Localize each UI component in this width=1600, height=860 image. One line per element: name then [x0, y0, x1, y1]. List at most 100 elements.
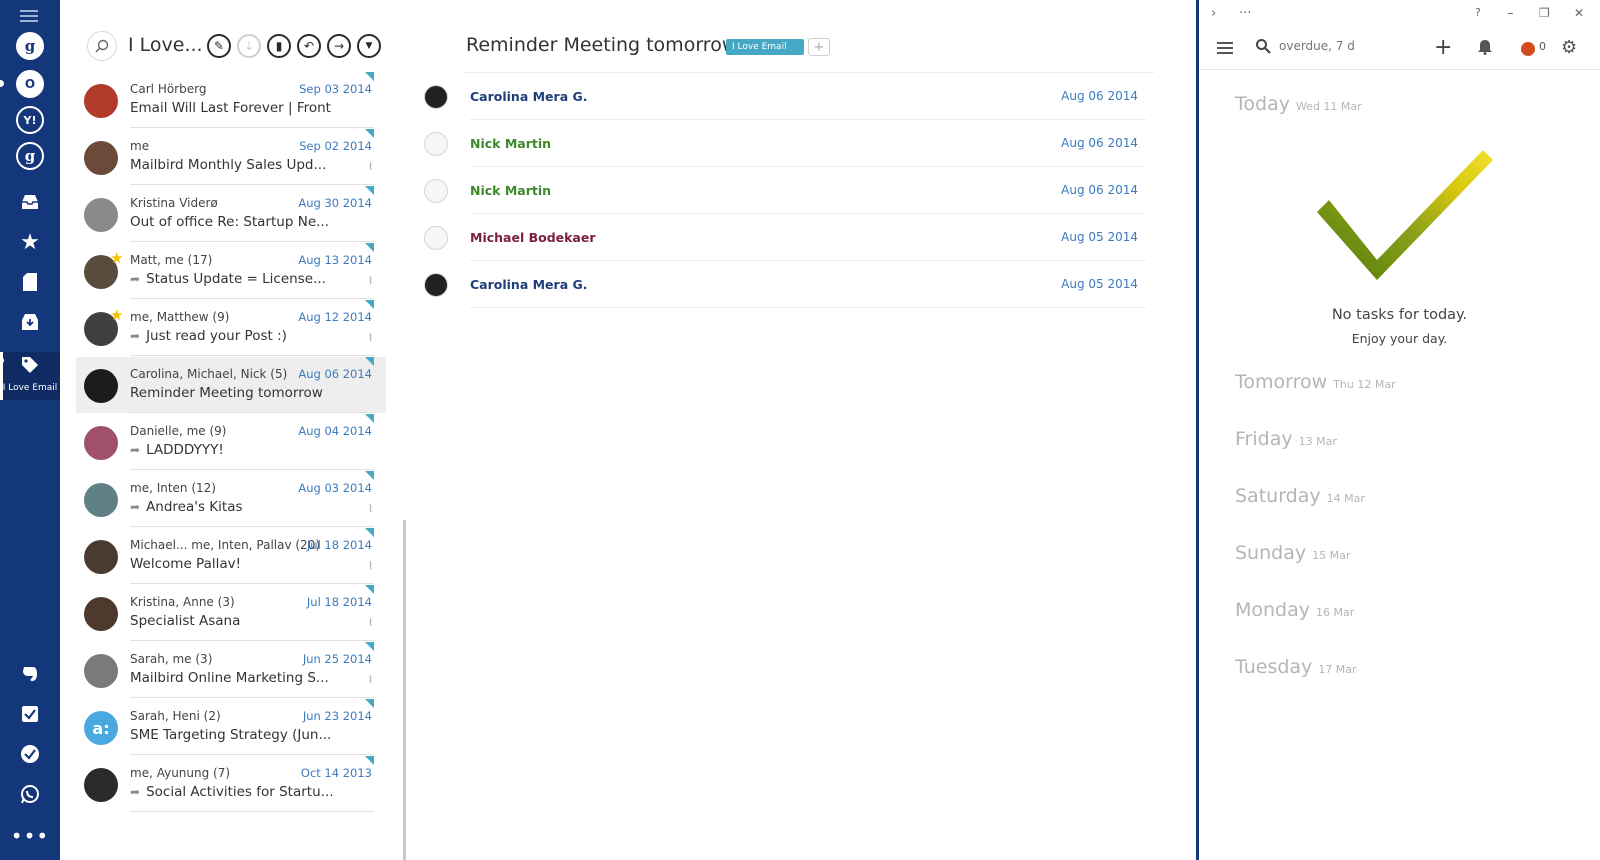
avatar: [424, 273, 448, 297]
thread-date: Aug 06 2014: [298, 367, 372, 381]
thread-subject-text: Out of office Re: Startup Ne...: [130, 214, 329, 230]
settings-button[interactable]: ⚙: [1561, 37, 1577, 58]
drafts-button[interactable]: [0, 262, 60, 302]
download-button[interactable]: ↓: [237, 34, 261, 58]
task-search-input[interactable]: [1279, 39, 1369, 53]
thread-row[interactable]: Carolina, Michael, Nick (5) Aug 06 2014 Re…: [76, 357, 386, 413]
archive-button[interactable]: [0, 302, 60, 342]
thread-toolbar: ✎ ↓ ▮ ↶ → ▼: [207, 34, 387, 58]
thread-row[interactable]: me, Inten (12) Aug 03 2014 ➦ Andrea's Kitas…: [76, 471, 386, 527]
day-name: Saturday: [1235, 485, 1321, 507]
evernote-app-button[interactable]: [0, 654, 60, 694]
google-icon: g: [16, 32, 44, 60]
divider: [130, 127, 374, 128]
thread-participants: Carl Hörberg: [130, 82, 207, 96]
search-button[interactable]: [87, 31, 117, 61]
divider: [130, 526, 374, 527]
more-options-button[interactable]: ···: [1239, 6, 1251, 21]
expand-button[interactable]: ›: [1211, 6, 1216, 21]
day-tuesday[interactable]: Tuesday 17 Mar: [1235, 656, 1357, 678]
minimize-button[interactable]: –: [1507, 6, 1514, 21]
thread-row[interactable]: ★ Matt, me (17) Aug 13 2014 ➦ Status Update …: [76, 243, 386, 299]
menu-icon[interactable]: [20, 10, 38, 25]
divider: [130, 469, 374, 470]
notifications-button[interactable]: [1477, 38, 1493, 59]
avatar: a:: [84, 711, 118, 745]
attachment-icon: ⌇: [368, 504, 373, 515]
thread-date: Sep 02 2014: [299, 139, 372, 153]
more-actions-button[interactable]: ▼: [357, 34, 381, 58]
day-date: 13 Mar: [1298, 435, 1337, 448]
empty-state-subtitle: Enjoy your day.: [1351, 331, 1448, 346]
thread-subject: Email Will Last Forever | Front: [130, 100, 331, 116]
day-monday[interactable]: Monday 16 Mar: [1235, 599, 1354, 621]
message-row[interactable]: Carolina Mera G. Aug 05 2014: [424, 261, 1146, 308]
tasks-menu-icon[interactable]: [1217, 42, 1233, 57]
reply-icon: ➦: [130, 785, 141, 799]
thread-row[interactable]: ★ me, Matthew (9) Aug 12 2014 ➦ Just read yo…: [76, 300, 386, 356]
inbox-button[interactable]: [0, 182, 60, 222]
thread-row[interactable]: Kristina Viderø Aug 30 2014 Out of office …: [76, 186, 386, 242]
forward-button[interactable]: →: [327, 34, 351, 58]
star-icon[interactable]: ★: [110, 306, 123, 324]
day-date: Thu 12 Mar: [1333, 378, 1396, 391]
day-today[interactable]: Today Wed 11 Mar: [1235, 93, 1362, 115]
tasks-toolbar: + 0 ⚙: [1199, 30, 1600, 70]
starred-button[interactable]: ★: [0, 222, 60, 262]
todo-app-button[interactable]: [0, 694, 60, 734]
avatar: [84, 198, 118, 232]
message-row[interactable]: Nick Martin Aug 06 2014: [424, 167, 1146, 214]
avatar-text: a:: [92, 718, 110, 738]
thread-row[interactable]: Michael... me, Inten, Pallav (20) Jul 18 …: [76, 528, 386, 584]
close-button[interactable]: ✕: [1574, 6, 1584, 20]
thread-row[interactable]: a: Sarah, Heni (2) Jun 23 2014 SME Targetin…: [76, 699, 386, 755]
day-sunday[interactable]: Sunday 15 Mar: [1235, 542, 1350, 564]
avatar: [84, 84, 118, 118]
thread-row[interactable]: Kristina, Anne (3) Jul 18 2014 Specialist …: [76, 585, 386, 641]
day-saturday[interactable]: Saturday 14 Mar: [1235, 485, 1365, 507]
google-account-2-button[interactable]: g: [0, 136, 60, 176]
day-date: Wed 11 Mar: [1295, 100, 1362, 113]
thread-participants: me, Inten (12): [130, 481, 216, 495]
thread-date: Aug 30 2014: [298, 196, 372, 210]
sender-name: Nick Martin: [470, 136, 552, 151]
day-friday[interactable]: Friday 13 Mar: [1235, 428, 1337, 450]
thread-row[interactable]: Carl Hörberg Sep 03 2014 Email Will Last F…: [76, 72, 386, 128]
add-label-button[interactable]: +: [808, 38, 830, 56]
tasks-app-button[interactable]: [0, 734, 60, 774]
day-name: Sunday: [1235, 542, 1307, 564]
tag-icon: [22, 357, 38, 373]
star-icon[interactable]: ★: [110, 249, 123, 267]
outlook-icon: O: [16, 70, 44, 98]
more-apps-button[interactable]: •••: [0, 816, 60, 856]
karma-badge-icon[interactable]: [1521, 42, 1535, 56]
google-account-1-button[interactable]: g: [0, 26, 60, 66]
delete-button[interactable]: ▮: [267, 34, 291, 58]
restore-button[interactable]: ❐: [1539, 6, 1550, 20]
label-corner-icon: [365, 528, 374, 537]
outlook-account-button[interactable]: O: [0, 64, 60, 104]
help-button[interactable]: ?: [1475, 6, 1481, 19]
bell-icon: [1478, 40, 1492, 55]
thread-row[interactable]: Danielle, me (9) Aug 04 2014 ➦ LADDDYYY!: [76, 414, 386, 470]
message-row[interactable]: Nick Martin Aug 06 2014: [424, 120, 1146, 167]
compose-button[interactable]: ✎: [207, 34, 231, 58]
add-task-button[interactable]: +: [1434, 35, 1452, 60]
attachment-icon: ⌇: [368, 276, 373, 287]
yahoo-account-button[interactable]: Y!: [0, 100, 60, 140]
thread-row[interactable]: Sarah, me (3) Jun 25 2014 Mailbird Online …: [76, 642, 386, 698]
message-row[interactable]: Carolina Mera G. Aug 06 2014: [424, 73, 1146, 120]
reply-button[interactable]: ↶: [297, 34, 321, 58]
whatsapp-app-button[interactable]: [0, 774, 60, 814]
day-name: Friday: [1235, 428, 1293, 450]
thread-row[interactable]: me Sep 02 2014 Mailbird Monthly Sales Upd.…: [76, 129, 386, 185]
day-tomorrow[interactable]: Tomorrow Thu 12 Mar: [1235, 371, 1396, 393]
thread-participants: Matt, me (17): [130, 253, 213, 267]
thread-participants: Kristina, Anne (3): [130, 595, 235, 609]
conversation-pane: Reminder Meeting tomorrow I Love Email •…: [406, 0, 1196, 860]
thread-subject: ➦ Social Activities for Startu...: [130, 784, 334, 800]
folder-title: I Love...: [128, 34, 203, 56]
message-row[interactable]: Michael Bodekaer Aug 05 2014: [424, 214, 1146, 261]
avatar: [84, 141, 118, 175]
thread-row[interactable]: me, Ayunung (7) Oct 14 2013 ➦ Social Activi…: [76, 756, 386, 812]
